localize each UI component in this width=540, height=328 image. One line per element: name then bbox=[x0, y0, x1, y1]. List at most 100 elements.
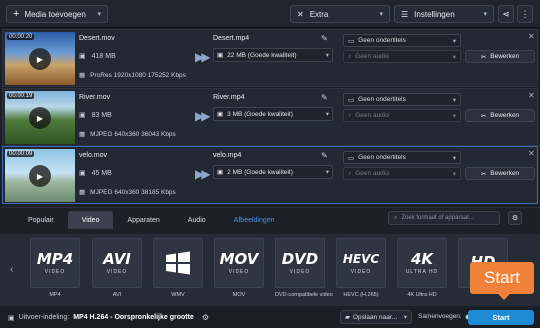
subtitles-icon: ▭ bbox=[348, 37, 355, 45]
format-tile-subtitle: VIDEO bbox=[289, 268, 311, 275]
output-size-dropdown[interactable]: ▣ 22 MB (Goede kwaliteit) ▾ bbox=[213, 48, 333, 62]
close-icon[interactable]: ✕ bbox=[528, 32, 535, 41]
video-thumbnail[interactable]: 00:00:19 ▶ bbox=[5, 91, 75, 144]
audio-value: Geen audio bbox=[355, 112, 389, 119]
menu-icon: ☰ bbox=[401, 9, 409, 19]
file-row[interactable]: 00:00:20 ▶ Desert.mov ▣ 418 MB ▦ ProRes 19… bbox=[2, 29, 538, 87]
format-mov[interactable]: MOV VIDEO MOV bbox=[214, 238, 264, 298]
input-size-value: 45 MB bbox=[91, 169, 112, 177]
duration-label: 00:00:20 bbox=[7, 34, 35, 40]
input-file-name: River.mov bbox=[79, 94, 111, 101]
scissors-icon: ✂ bbox=[480, 53, 487, 61]
format-tile-title: AVI bbox=[103, 249, 131, 268]
more-button[interactable]: ⋮ bbox=[517, 5, 533, 23]
add-media-label: Media toevoegen bbox=[24, 9, 86, 19]
duration-label: 00:00:09 bbox=[7, 151, 35, 157]
convert-arrow-icon: ▶▶ bbox=[195, 109, 211, 123]
output-size-value: 22 MB (Goede kwaliteit) bbox=[227, 51, 297, 59]
format-hevc[interactable]: HEVC VIDEO HEVC (H.265) bbox=[336, 238, 386, 298]
format-label: MP4 bbox=[49, 292, 61, 298]
subtitles-value: Geen ondertitels bbox=[358, 37, 406, 44]
format-tile bbox=[153, 238, 203, 288]
format-mp4[interactable]: MP4 VIDEO MP4 bbox=[30, 238, 80, 298]
extra-label: Extra bbox=[309, 9, 329, 19]
subtitles-dropdown[interactable]: ▭ Geen ondertitels ▾ bbox=[343, 93, 461, 106]
tab-audio[interactable]: Audio bbox=[174, 211, 220, 229]
format-tile-title: MP4 bbox=[36, 249, 74, 268]
subtitles-dropdown[interactable]: ▭ Geen ondertitels ▾ bbox=[343, 34, 461, 47]
audio-dropdown[interactable]: ♪ Geen audio ▾ bbox=[343, 50, 461, 63]
tab-images[interactable]: Afbeeldingen bbox=[220, 211, 289, 229]
edit-button[interactable]: ✂ Bewerken bbox=[465, 50, 535, 63]
chevron-down-icon: ▾ bbox=[452, 53, 456, 61]
format-tile-title: MOV bbox=[219, 249, 259, 268]
format-tabs: Populair Video Apparaten Audio Afbeeldin… bbox=[14, 211, 289, 229]
tab-devices[interactable]: Apparaten bbox=[113, 211, 173, 229]
input-size: ▣ 45 MB bbox=[79, 169, 112, 178]
audio-dropdown[interactable]: ♪ Geen audio ▾ bbox=[343, 109, 461, 122]
tab-popular[interactable]: Populair bbox=[14, 211, 68, 229]
output-file-name[interactable]: velo.mp4 bbox=[213, 152, 333, 159]
scissors-icon: ✂ bbox=[480, 112, 487, 120]
output-file-name[interactable]: Desert.mp4 bbox=[213, 35, 333, 42]
chevron-down-icon: ▾ bbox=[452, 154, 456, 162]
subtitles-value: Geen ondertitels bbox=[358, 154, 406, 161]
disk-icon: ▣ bbox=[79, 170, 86, 177]
tab-video[interactable]: Video bbox=[67, 211, 114, 229]
settings-button[interactable]: ☰ Instellingen ▾ bbox=[394, 5, 494, 23]
output-format-value[interactable]: MP4 H.264 - Oorspronkelijke grootte bbox=[73, 314, 194, 321]
audio-value: Geen audio bbox=[355, 170, 389, 177]
add-media-button[interactable]: + Media toevoegen ▾ bbox=[6, 5, 108, 23]
chevron-down-icon: ▾ bbox=[403, 314, 407, 321]
audio-value: Geen audio bbox=[355, 53, 389, 60]
audio-dropdown[interactable]: ♪ Geen audio ▾ bbox=[343, 167, 461, 180]
format-4k[interactable]: 4K ULTRA HD 4K Ultra HD bbox=[397, 238, 447, 298]
format-tile: 4K ULTRA HD bbox=[397, 238, 447, 288]
file-row[interactable]: 00:00:09 ▶ velo.mov ▣ 45 MB ▦ MJPEG 640x36… bbox=[2, 146, 538, 204]
output-size-dropdown[interactable]: ▣ 2 MB (Goede kwaliteit) ▾ bbox=[213, 165, 333, 179]
format-avi[interactable]: AVI VIDEO AVI bbox=[92, 238, 142, 298]
subtitles-icon: ▭ bbox=[348, 96, 355, 104]
edit-label: Bewerken bbox=[490, 112, 520, 119]
pencil-icon[interactable]: ✎ bbox=[321, 34, 328, 43]
chevron-down-icon: ▾ bbox=[325, 111, 329, 118]
edit-button[interactable]: ✂ Bewerken bbox=[465, 109, 535, 122]
format-search-input[interactable]: ⌕ Zoek formaat of apparaat... bbox=[388, 211, 500, 225]
output-file-name[interactable]: River.mp4 bbox=[213, 94, 333, 101]
share-icon: ⋖ bbox=[502, 8, 510, 19]
edit-button[interactable]: ✂ Bewerken bbox=[465, 167, 535, 180]
format-dvd[interactable]: DVD VIDEO DVD-compatibele video bbox=[275, 238, 333, 298]
video-thumbnail[interactable]: 00:00:20 ▶ bbox=[5, 32, 75, 85]
close-icon[interactable]: ✕ bbox=[528, 149, 535, 158]
start-button[interactable]: Start bbox=[468, 310, 534, 325]
gear-icon[interactable]: ⚙ bbox=[202, 313, 209, 322]
format-tile-subtitle: VIDEO bbox=[350, 268, 372, 275]
save-to-label: Opslaan naar... bbox=[353, 313, 398, 321]
share-button[interactable]: ⋖ bbox=[498, 5, 514, 23]
convert-arrow-icon: ▶▶ bbox=[195, 50, 211, 64]
play-icon[interactable]: ▶ bbox=[29, 107, 51, 129]
tools-icon: ✕ bbox=[297, 9, 304, 19]
pencil-icon[interactable]: ✎ bbox=[321, 93, 328, 102]
input-info: ▦ MJPEG 640x360 36043 Kbps bbox=[79, 130, 176, 139]
save-to-dropdown[interactable]: ▰ Opslaan naar... ▾ bbox=[340, 310, 412, 324]
close-icon[interactable]: ✕ bbox=[528, 91, 535, 100]
subtitles-dropdown[interactable]: ▭ Geen ondertitels ▾ bbox=[343, 151, 461, 164]
chevron-down-icon: ▾ bbox=[452, 37, 456, 45]
file-row[interactable]: 00:00:19 ▶ River.mov ▣ 83 MB ▦ MJPEG 640x3… bbox=[2, 88, 538, 146]
format-tile-subtitle: VIDEO bbox=[44, 268, 66, 275]
video-thumbnail[interactable]: 00:00:09 ▶ bbox=[5, 149, 75, 202]
extra-button[interactable]: ✕ Extra ▾ bbox=[290, 5, 390, 23]
play-icon[interactable]: ▶ bbox=[29, 48, 51, 70]
output-format-label: Uitvoer-indeling: bbox=[18, 314, 70, 321]
pencil-icon[interactable]: ✎ bbox=[321, 151, 328, 160]
chevron-left-icon[interactable]: ‹ bbox=[10, 264, 13, 275]
format-tile-subtitle: VIDEO bbox=[106, 268, 128, 275]
format-tile: HEVC VIDEO bbox=[336, 238, 386, 288]
output-size-dropdown[interactable]: ▣ 3 MB (Goede kwaliteit) ▾ bbox=[213, 107, 333, 121]
format-settings-button[interactable]: ⚙ bbox=[508, 211, 522, 225]
play-icon[interactable]: ▶ bbox=[29, 165, 51, 187]
disk-icon: ▣ bbox=[79, 53, 86, 60]
settings-icon: ⚙ bbox=[511, 215, 519, 222]
format-wmv[interactable]: WMV bbox=[153, 238, 203, 298]
